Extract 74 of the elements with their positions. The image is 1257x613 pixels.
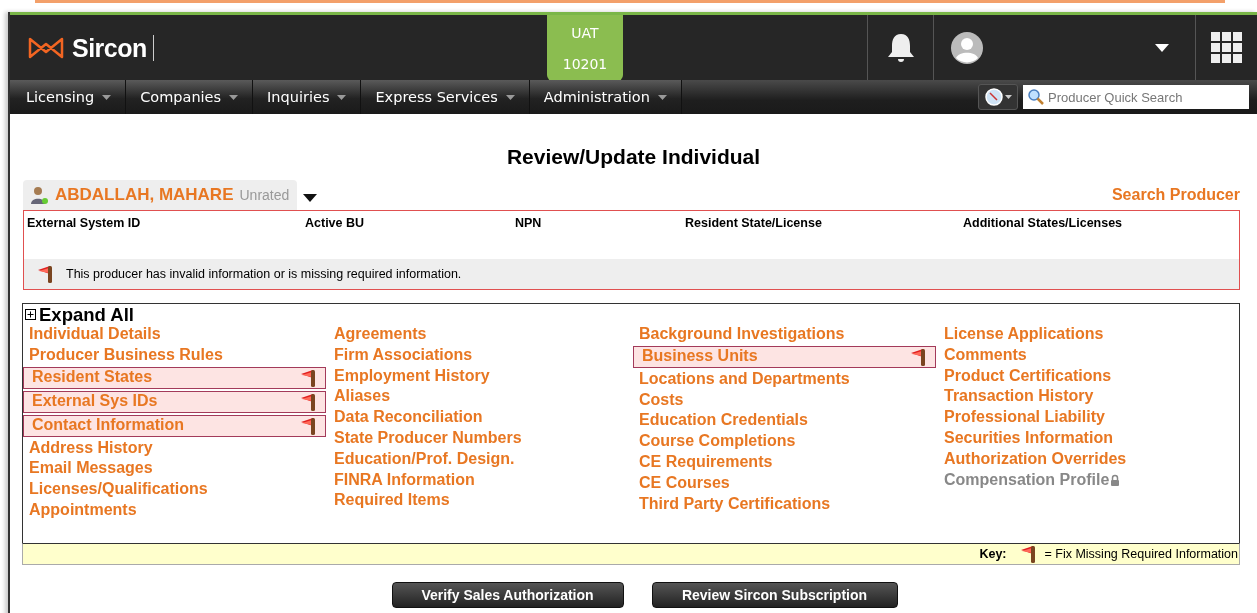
- action-button[interactable]: Verify Sales Authorization: [391, 582, 624, 608]
- section-link[interactable]: Agreements: [328, 324, 633, 345]
- section-link[interactable]: State Producer Numbers: [328, 428, 633, 449]
- section-link[interactable]: Professional Liability: [938, 407, 1239, 428]
- section-link[interactable]: Background Investigations: [633, 324, 938, 345]
- search-producer-link[interactable]: Search Producer: [1111, 186, 1240, 204]
- person-icon: [29, 185, 49, 205]
- expand-icon[interactable]: [25, 309, 36, 320]
- caret-icon: [1004, 95, 1012, 99]
- warning-text: This producer has invalid information or is missing required information.: [66, 267, 462, 282]
- environment-badge: UAT 10201: [547, 15, 623, 81]
- section-link[interactable]: Business Units: [633, 345, 936, 368]
- nav-menu[interactable]: Express Services: [361, 80, 530, 114]
- column-header: Active BU: [305, 216, 366, 232]
- nav-menu[interactable]: Inquiries: [253, 80, 362, 114]
- page-title: Review/Update Individual: [505, 144, 762, 170]
- section-link[interactable]: Data Reconciliation: [328, 407, 633, 428]
- producer-name: ABDALLAH, MAHARE: [55, 185, 234, 205]
- caret-icon: [102, 94, 112, 100]
- history-button[interactable]: [978, 84, 1018, 110]
- nav-menu[interactable]: Licensing: [10, 80, 127, 114]
- section-link[interactable]: Authorization Overrides: [938, 448, 1239, 470]
- section-link[interactable]: FINRA Information: [328, 469, 633, 491]
- section-link[interactable]: Producer Business Rules: [23, 344, 328, 366]
- key-text: = Fix Missing Required Information: [1044, 547, 1238, 561]
- caret-icon: [229, 94, 239, 100]
- nav-menu[interactable]: Companies: [126, 80, 254, 114]
- caret-icon: [505, 94, 515, 100]
- section-link[interactable]: Email Messages: [23, 458, 328, 480]
- section-link[interactable]: Education Credentials: [633, 410, 938, 432]
- section-link[interactable]: Firm Associations: [328, 344, 633, 366]
- caret-icon: [657, 94, 667, 100]
- caret-icon[interactable]: [1155, 43, 1169, 52]
- column-header: Resident State/License: [685, 216, 823, 232]
- column-header: External System ID: [27, 216, 142, 232]
- avatar-icon[interactable]: [951, 31, 983, 64]
- section-link[interactable]: Appointments: [23, 500, 328, 521]
- section-link[interactable]: Course Completions: [633, 431, 938, 452]
- section-link[interactable]: Costs: [633, 389, 938, 411]
- section-link[interactable]: Aliases: [328, 386, 633, 408]
- logo-text: Sircon: [72, 34, 154, 61]
- quick-search-field[interactable]: Producer Quick Search: [1023, 85, 1249, 109]
- section-link[interactable]: External Sys IDs: [23, 390, 326, 413]
- section-link[interactable]: License Applications: [938, 324, 1239, 345]
- section-link[interactable]: Contact Information: [23, 414, 326, 437]
- lock-icon: [1110, 473, 1121, 486]
- section-link[interactable]: Locations and Departments: [633, 368, 938, 390]
- section-link[interactable]: Comments: [938, 344, 1239, 366]
- section-link[interactable]: CE Requirements: [633, 452, 938, 473]
- section-link[interactable]: Third Party Certifications: [633, 493, 938, 515]
- column-header: NPN: [515, 216, 543, 232]
- section-link[interactable]: Individual Details: [23, 324, 328, 345]
- section-link[interactable]: Licenses/Qualifications: [23, 479, 328, 500]
- section-link[interactable]: Resident States: [23, 366, 326, 389]
- bell-icon[interactable]: [885, 31, 916, 64]
- section-link[interactable]: Employment History: [328, 365, 633, 387]
- section-link[interactable]: Transaction History: [938, 386, 1239, 408]
- compass-icon: [984, 88, 1003, 106]
- nav-menu[interactable]: Administration: [529, 80, 682, 114]
- section-link[interactable]: Required Items: [328, 490, 633, 512]
- logo-icon: [28, 35, 64, 60]
- key-label: Key:: [979, 547, 1007, 561]
- section-link[interactable]: Address History: [23, 437, 328, 459]
- section-link[interactable]: CE Courses: [633, 472, 938, 494]
- expand-all-link[interactable]: Expand All: [39, 303, 134, 326]
- column-header: Additional States/Licenses: [963, 216, 1124, 232]
- caret-icon[interactable]: [303, 194, 318, 202]
- action-button[interactable]: Review Sircon Subscription: [651, 582, 898, 608]
- producer-rating: Unrated: [239, 187, 290, 203]
- grid-icon[interactable]: [1210, 31, 1243, 64]
- section-link[interactable]: Product Certifications: [938, 365, 1239, 387]
- section-link[interactable]: Securities Information: [938, 428, 1239, 449]
- section-link[interactable]: Education/Prof. Design.: [328, 448, 633, 470]
- caret-icon: [337, 94, 347, 100]
